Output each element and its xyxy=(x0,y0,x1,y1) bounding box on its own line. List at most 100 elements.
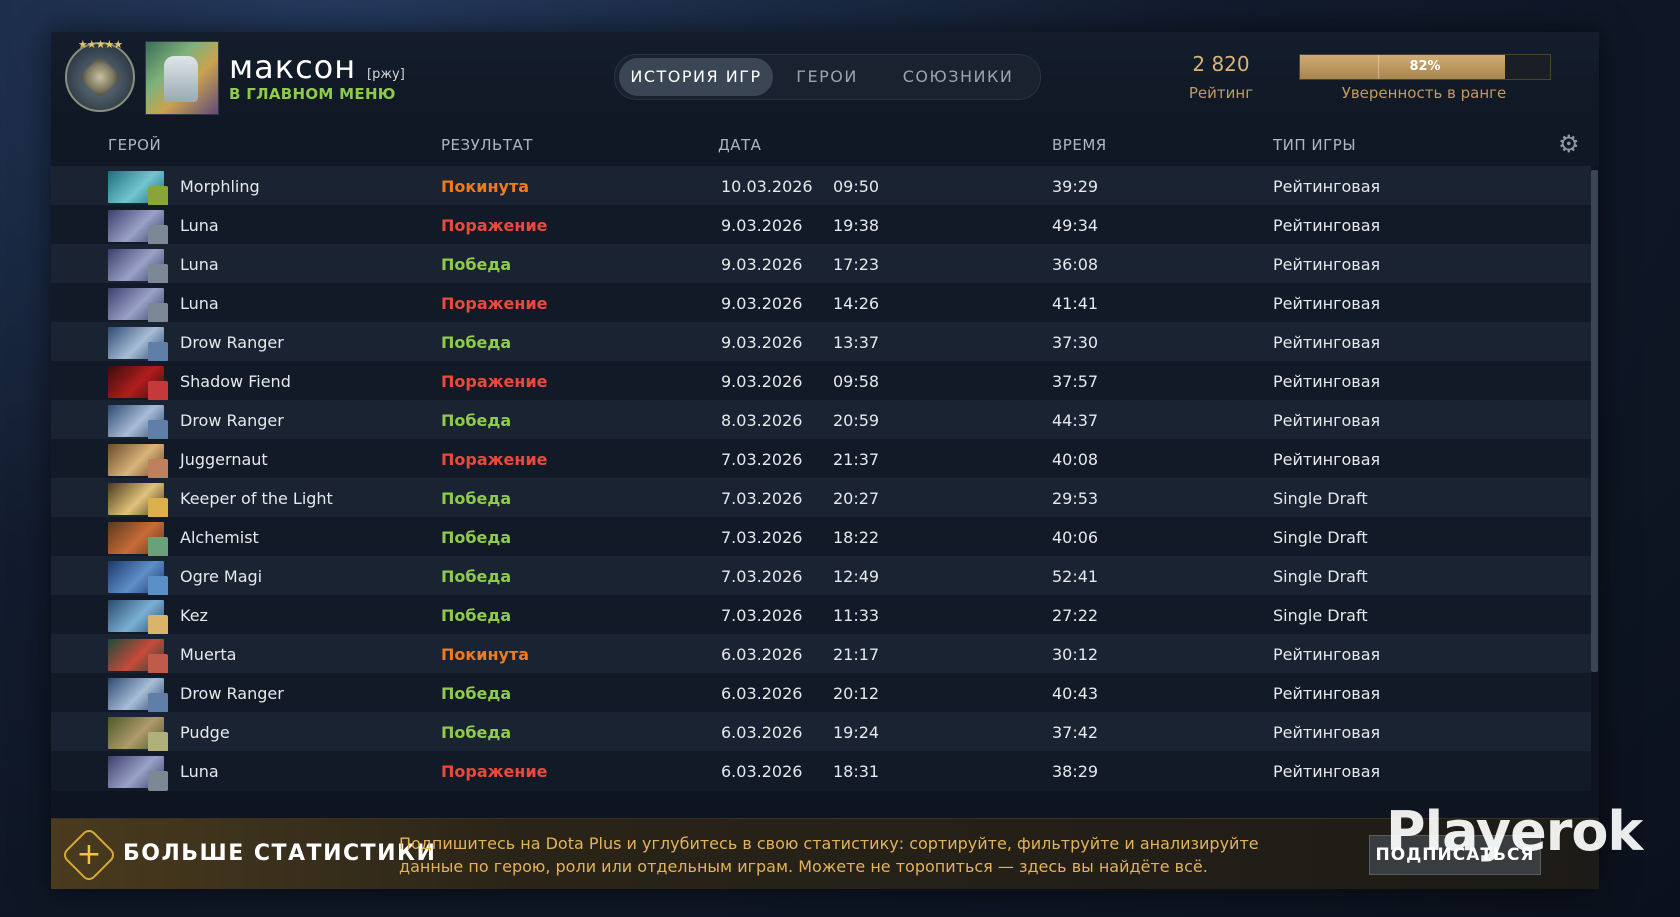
table-row[interactable]: Drow Ranger Победа 9.03.2026 13:37 37:30 Рейт… xyxy=(51,322,1591,362)
game-mode: Рейтинговая xyxy=(1273,762,1381,781)
facet-badge-icon xyxy=(148,537,168,557)
match-result: Победа xyxy=(441,723,512,742)
column-result[interactable]: РЕЗУЛЬТАТ xyxy=(441,136,533,154)
match-result: Победа xyxy=(441,255,512,274)
rank-confidence-label: Уверенность в ранге xyxy=(1341,84,1507,102)
match-date: 7.03.2026 xyxy=(721,528,803,547)
table-row[interactable]: Morphling Покинута 10.03.2026 09:50 39:29 Рей… xyxy=(51,166,1591,206)
game-mode: Single Draft xyxy=(1273,567,1368,586)
table-row[interactable]: Juggernaut Поражение 7.03.2026 21:37 40:08 Ре… xyxy=(51,439,1591,479)
match-duration: 37:42 xyxy=(1052,723,1099,742)
match-date: 7.03.2026 xyxy=(721,450,803,469)
table-row[interactable]: Keeper of the Light Победа 7.03.2026 20:27 2… xyxy=(51,478,1591,518)
match-date: 7.03.2026 xyxy=(721,489,803,508)
table-row[interactable]: Luna Победа 9.03.2026 17:23 36:08 Рейтинговая xyxy=(51,244,1591,284)
table-row[interactable]: Kez Победа 7.03.2026 11:33 27:22 Single Draft xyxy=(51,595,1591,635)
facet-badge-icon xyxy=(148,771,168,791)
match-result: Поражение xyxy=(441,216,548,235)
game-mode: Рейтинговая xyxy=(1273,645,1381,664)
match-result: Поражение xyxy=(441,762,548,781)
match-time: 12:49 xyxy=(833,567,880,586)
rating-value: 2 820 xyxy=(1192,52,1250,76)
hero-name: Luna xyxy=(180,255,219,274)
match-history-panel: ★★★★★ максон [ржу] В ГЛАВНОМ МЕНЮ ИСТОРИ… xyxy=(51,32,1599,889)
table-row[interactable]: Luna Поражение 9.03.2026 19:38 49:34 Рейтинго… xyxy=(51,205,1591,245)
match-date: 7.03.2026 xyxy=(721,606,803,625)
scrollbar[interactable] xyxy=(1591,170,1598,672)
player-name[interactable]: максон xyxy=(229,48,356,86)
table-row[interactable]: Ogre Magi Победа 7.03.2026 12:49 52:41 Single… xyxy=(51,556,1591,596)
match-time: 20:59 xyxy=(833,411,880,430)
match-duration: 52:41 xyxy=(1052,567,1099,586)
match-date: 9.03.2026 xyxy=(721,372,803,391)
hero-name: Kez xyxy=(180,606,208,625)
match-duration: 29:53 xyxy=(1052,489,1099,508)
table-row[interactable]: Drow Ranger Победа 8.03.2026 20:59 44:37 Рейт… xyxy=(51,400,1591,440)
facet-badge-icon xyxy=(148,264,168,284)
facet-badge-icon xyxy=(148,381,168,401)
facet-badge-icon xyxy=(148,693,168,713)
player-guild-tag: [ржу] xyxy=(367,67,405,82)
table-row[interactable]: Luna Поражение 6.03.2026 18:31 38:29 Рейтинго… xyxy=(51,751,1591,791)
match-duration: 41:41 xyxy=(1052,294,1099,313)
column-date[interactable]: ДАТА xyxy=(718,136,761,154)
match-date: 6.03.2026 xyxy=(721,723,803,742)
table-row[interactable]: Muerta Покинута 6.03.2026 21:17 30:12 Рейтинг… xyxy=(51,634,1591,674)
match-time: 20:12 xyxy=(833,684,880,703)
game-mode: Рейтинговая xyxy=(1273,333,1381,352)
match-time: 21:17 xyxy=(833,645,880,664)
watermark-logo: Playerok xyxy=(1386,800,1643,863)
banner-title: БОЛЬШЕ СТАТИСТИКИ xyxy=(123,841,437,866)
match-result: Поражение xyxy=(441,372,548,391)
rank-medal-icon[interactable]: ★★★★★ xyxy=(65,38,135,112)
facet-badge-icon xyxy=(148,459,168,479)
avatar[interactable] xyxy=(145,41,219,115)
table-row[interactable]: Luna Поражение 9.03.2026 14:26 41:41 Рейтинго… xyxy=(51,283,1591,323)
column-duration[interactable]: ВРЕМЯ xyxy=(1052,136,1107,154)
player-status: В ГЛАВНОМ МЕНЮ xyxy=(229,85,396,103)
match-duration: 37:57 xyxy=(1052,372,1099,391)
game-mode: Рейтинговая xyxy=(1273,411,1381,430)
match-result: Покинута xyxy=(441,177,530,196)
hero-name: Luna xyxy=(180,294,219,313)
tab-allies[interactable]: СОЮЗНИКИ xyxy=(883,58,1033,96)
match-time: 09:58 xyxy=(833,372,880,391)
match-list: Morphling Покинута 10.03.2026 09:50 39:29 Рей… xyxy=(51,166,1591,852)
facet-badge-icon xyxy=(148,732,168,752)
tab-heroes[interactable]: ГЕРОИ xyxy=(777,58,877,96)
match-result: Победа xyxy=(441,567,512,586)
match-time: 18:31 xyxy=(833,762,880,781)
game-mode: Single Draft xyxy=(1273,528,1368,547)
hero-name: Luna xyxy=(180,762,219,781)
match-date: 7.03.2026 xyxy=(721,567,803,586)
match-duration: 30:12 xyxy=(1052,645,1099,664)
hero-name: Morphling xyxy=(180,177,260,196)
table-row[interactable]: Alchemist Победа 7.03.2026 18:22 40:06 Single… xyxy=(51,517,1591,557)
match-date: 6.03.2026 xyxy=(721,684,803,703)
tab-match-history[interactable]: ИСТОРИЯ ИГР xyxy=(619,58,773,96)
dota-plus-banner: + БОЛЬШЕ СТАТИСТИКИ Подпишитесь на Dota … xyxy=(51,818,1599,889)
hero-name: Drow Ranger xyxy=(180,333,284,352)
table-row[interactable]: Pudge Победа 6.03.2026 19:24 37:42 Рейтингова… xyxy=(51,712,1591,752)
facet-badge-icon xyxy=(148,186,168,206)
column-hero[interactable]: ГЕРОЙ xyxy=(108,136,161,154)
match-duration: 38:29 xyxy=(1052,762,1099,781)
match-date: 9.03.2026 xyxy=(721,294,803,313)
hero-name: Shadow Fiend xyxy=(180,372,291,391)
column-game-mode[interactable]: ТИП ИГРЫ xyxy=(1273,136,1356,154)
table-row[interactable]: Drow Ranger Победа 6.03.2026 20:12 40:43 Рейт… xyxy=(51,673,1591,713)
table-row[interactable]: Shadow Fiend Поражение 9.03.2026 09:58 37:57… xyxy=(51,361,1591,401)
game-mode: Рейтинговая xyxy=(1273,294,1381,313)
match-result: Победа xyxy=(441,528,512,547)
dota-plus-icon: + xyxy=(60,826,118,884)
match-time: 19:24 xyxy=(833,723,880,742)
match-result: Покинута xyxy=(441,645,530,664)
match-duration: 37:30 xyxy=(1052,333,1099,352)
match-date: 8.03.2026 xyxy=(721,411,803,430)
gear-icon[interactable]: ⚙ xyxy=(1558,132,1580,156)
hero-name: Drow Ranger xyxy=(180,411,284,430)
game-mode: Рейтинговая xyxy=(1273,684,1381,703)
hero-name: Juggernaut xyxy=(180,450,268,469)
hero-name: Ogre Magi xyxy=(180,567,263,586)
rank-stars-icon: ★★★★★ xyxy=(77,38,123,51)
